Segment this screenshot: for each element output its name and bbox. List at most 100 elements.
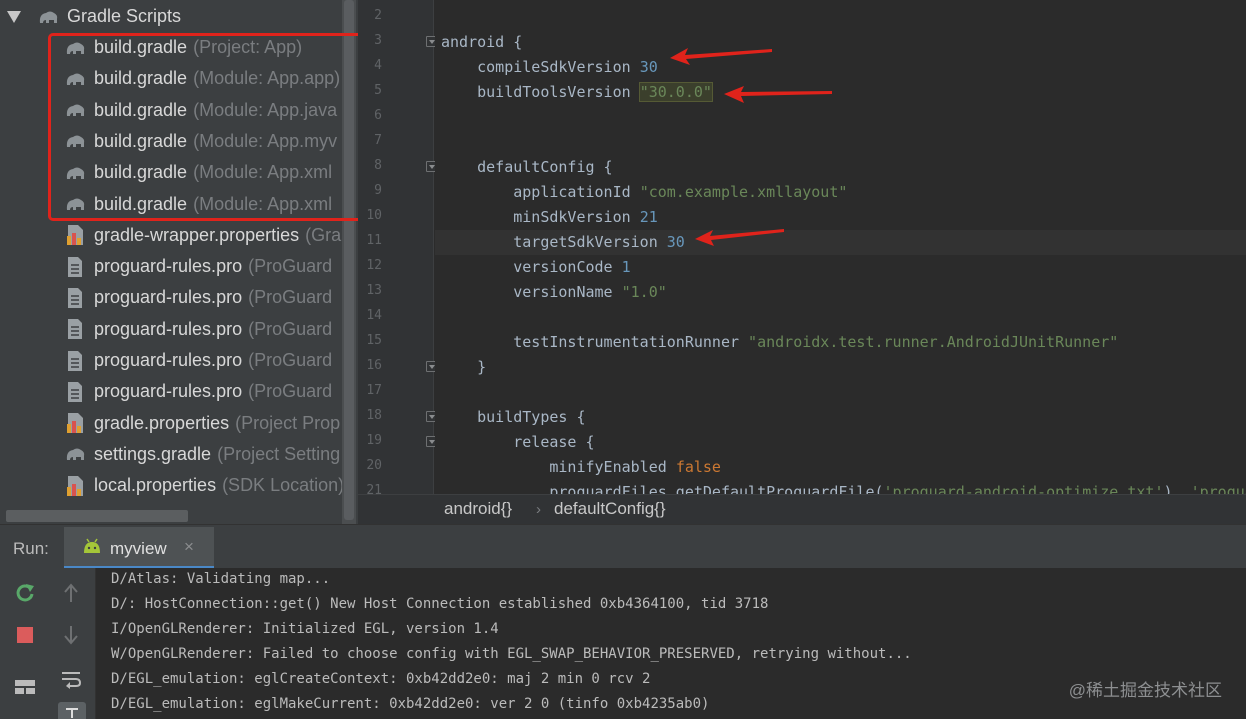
line-number: 4 <box>374 58 382 73</box>
tree-item-proguard-rules-pro[interactable]: proguard-rules.pro (ProGuard <box>0 345 358 376</box>
run-panel-header: Run: myview × <box>0 524 1246 569</box>
breadcrumb: android{} › defaultConfig{} <box>358 494 1246 524</box>
code-line: buildToolsVersion "30.0.0" <box>441 82 713 102</box>
code-line: proguardFiles getDefaultProguardFile('pr… <box>441 483 1246 494</box>
breadcrumb-separator-icon: › <box>536 501 541 518</box>
line-number: 5 <box>374 83 382 98</box>
console-line: W/OpenGLRenderer: Failed to choose confi… <box>111 646 912 662</box>
text-file-icon <box>64 256 86 278</box>
console-line: I/OpenGLRenderer: Initialized EGL, versi… <box>111 621 499 637</box>
tree-item-hint: (ProGuard <box>248 350 333 370</box>
code-line-current: targetSdkVersion 30 <box>435 230 1246 255</box>
tree-item-proguard-rules-pro[interactable]: proguard-rules.pro (ProGuard <box>0 282 358 313</box>
line-number: 15 <box>366 333 382 348</box>
line-number-gutter: 2 3 4 5 6 7 8 9 10 11 12 13 14 15 16 17 18 19 20 21 <box>358 0 437 498</box>
tree-item-proguard-rules-pro[interactable]: proguard-rules.pro (ProGuard <box>0 314 358 345</box>
code-line: android { <box>441 33 523 51</box>
tree-item-name: proguard-rules.pro <box>94 318 243 339</box>
highlighted-string: "30.0.0" <box>638 82 713 102</box>
text-file-icon <box>64 381 86 403</box>
properties-file-icon <box>64 475 86 497</box>
tree-item-proguard-rules-pro[interactable]: proguard-rules.pro (ProGuard <box>0 376 358 407</box>
tree-item-hint: (ProGuard <box>248 381 333 402</box>
run-panel-label: Run: <box>13 539 49 558</box>
code-line: buildTypes { <box>441 408 586 426</box>
console-line: D/Atlas: Validating map... <box>111 571 331 587</box>
tree-item-name: settings.gradle <box>94 443 212 464</box>
tree-item-hint: (SDK Location) <box>222 475 345 496</box>
tree-item-name: proguard-rules.pro <box>94 350 243 370</box>
code-line: } <box>441 358 487 376</box>
text-file-icon <box>64 350 86 372</box>
scroll-down-button[interactable] <box>56 620 86 650</box>
tree-folder-label: Gradle Scripts <box>67 6 182 26</box>
tree-item-gradle-wrapper-properties[interactable]: gradle-wrapper.properties (Gra <box>0 220 358 251</box>
tree-item-settings-gradle[interactable]: settings.gradle (Project Setting <box>0 439 358 470</box>
highlight-box-build-gradle <box>48 33 377 221</box>
android-icon <box>82 538 102 559</box>
line-number: 17 <box>366 383 382 398</box>
line-number: 8 <box>374 158 382 173</box>
layout-icon <box>15 680 35 694</box>
tree-item-proguard-rules-pro[interactable]: proguard-rules.pro (ProGuard <box>0 251 358 282</box>
line-number: 16 <box>366 358 382 373</box>
soft-wrap-button[interactable] <box>56 664 86 694</box>
tree-item-name: gradle.properties <box>94 412 230 433</box>
breadcrumb-item-android[interactable]: android{} <box>444 499 512 519</box>
tree-item-name: proguard-rules.pro <box>94 287 243 308</box>
run-toolbar <box>0 568 96 719</box>
tree-item-name: local.properties <box>94 475 217 496</box>
rerun-button[interactable] <box>10 578 40 608</box>
code-line: minifyEnabled false <box>441 458 721 476</box>
tree-item-hint: (ProGuard <box>248 318 333 339</box>
pin-tab-button[interactable] <box>58 702 86 719</box>
tree-item-hint: (Project Setting <box>217 443 341 464</box>
soft-wrap-icon <box>62 672 82 689</box>
line-number: 6 <box>374 108 382 123</box>
tree-item-name: gradle-wrapper.properties <box>94 224 300 245</box>
line-number: 13 <box>366 283 382 298</box>
line-number: 7 <box>374 133 382 148</box>
tree-item-hint: (ProGuard <box>248 287 333 308</box>
properties-file-icon <box>64 412 86 434</box>
console-line: D/EGL_emulation: eglMakeCurrent: 0xb42dd… <box>111 696 710 712</box>
line-number: 3 <box>374 33 382 48</box>
tree-item-local-properties[interactable]: local.properties (SDK Location) <box>0 470 358 501</box>
code-editor[interactable]: android { compileSdkVersion 30 buildTool… <box>435 0 1246 494</box>
code-line: defaultConfig { <box>441 158 613 176</box>
code-line: versionName "1.0" <box>441 283 667 301</box>
stop-icon <box>17 627 33 643</box>
text-file-icon <box>64 287 86 309</box>
console-line: D/EGL_emulation: eglCreateContext: 0xb42… <box>111 671 651 687</box>
code-line: release { <box>441 433 595 451</box>
tree-item-hint: (ProGuard <box>248 256 333 277</box>
close-icon[interactable]: × <box>184 537 194 557</box>
arrow-down-icon <box>64 626 78 645</box>
run-tab-myview[interactable]: myview × <box>64 527 214 569</box>
tree-item-hint: (Project Prop <box>235 412 341 433</box>
tree-item-gradle-properties[interactable]: gradle.properties (Project Prop <box>0 408 358 439</box>
code-line: minSdkVersion 21 <box>441 208 658 226</box>
pin-icon <box>66 708 78 718</box>
line-number: 14 <box>366 308 382 323</box>
layout-button[interactable] <box>10 672 40 702</box>
tree-folder-gradle-scripts[interactable]: Gradle Scripts <box>0 1 358 32</box>
expand-arrow-icon[interactable] <box>7 10 21 23</box>
code-line: versionCode 1 <box>441 258 631 276</box>
tree-horizontal-scrollbar[interactable] <box>6 510 188 522</box>
gradle-elephant-icon <box>64 443 86 465</box>
code-line: applicationId "com.example.xmllayout" <box>441 183 848 201</box>
line-number: 10 <box>366 208 382 223</box>
stop-button[interactable] <box>10 620 40 650</box>
line-number: 2 <box>374 8 382 23</box>
breadcrumb-item-defaultconfig[interactable]: defaultConfig{} <box>554 499 666 519</box>
tree-item-hint: (Gra <box>305 224 342 245</box>
scroll-up-button[interactable] <box>56 578 86 608</box>
line-number: 9 <box>374 183 382 198</box>
properties-file-icon <box>64 224 86 246</box>
tree-item-name: proguard-rules.pro <box>94 381 243 402</box>
rerun-icon <box>16 584 34 602</box>
arrow-up-icon <box>64 583 78 602</box>
tree-item-name: proguard-rules.pro <box>94 256 243 277</box>
text-file-icon <box>64 318 86 340</box>
